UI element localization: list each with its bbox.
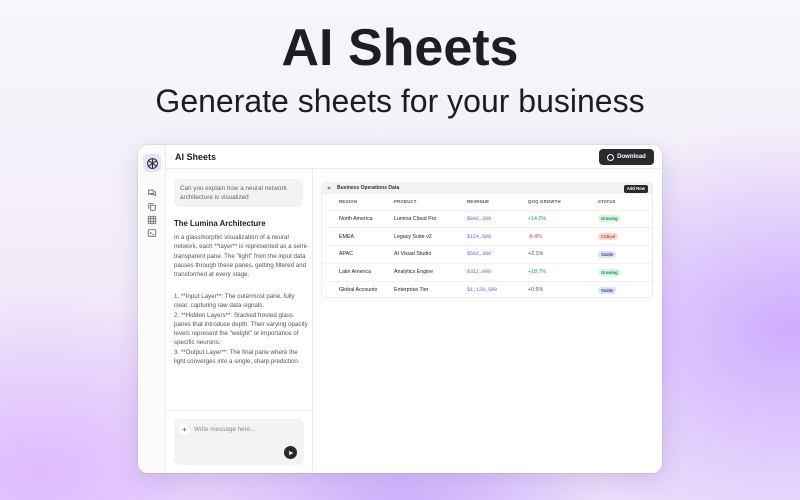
data-table: REGION PRODUCT REVENUE QOQ GROWTH STATUS…	[322, 194, 652, 299]
app-title: AI Sheets	[175, 152, 217, 162]
message-composer: +	[174, 419, 304, 465]
list-item: 1. **Input Layer**: The outermost pane, …	[174, 293, 295, 310]
cell-product[interactable]: Enterprise Tier	[394, 280, 467, 299]
answer-title: The Lumina Architecture	[174, 219, 266, 228]
send-button[interactable]	[284, 446, 297, 459]
cell-product[interactable]: AI Visual Studio	[394, 245, 467, 264]
table-row[interactable]: EMEA Legacy Suite v2 $124,500 -8.4% Crit…	[322, 227, 652, 246]
cell-region[interactable]: Global Accounts	[322, 280, 394, 299]
cell-growth[interactable]: -8.4%	[528, 227, 598, 246]
filter-icon[interactable]	[327, 187, 331, 190]
column-header-region[interactable]: REGION	[322, 194, 394, 210]
status-badge: Critical	[598, 233, 618, 241]
cell-status[interactable]: Critical	[598, 227, 652, 246]
data-sheet: Business Operations Data Add Row REGION …	[321, 182, 653, 299]
cell-region[interactable]: EMEA	[322, 227, 394, 246]
sheet-title: Business Operations Data	[337, 185, 400, 191]
list-item: levels represent the "weight" or importa…	[174, 330, 299, 347]
cell-status[interactable]: Growing	[598, 209, 652, 228]
cell-product[interactable]: Analytics Engine	[394, 262, 467, 282]
download-icon	[607, 153, 615, 161]
chat-divider	[166, 410, 312, 411]
table-row[interactable]: Latin America Analytics Engine $312,000 …	[322, 262, 652, 282]
app-logo-icon[interactable]	[143, 154, 161, 172]
cell-growth[interactable]: +18.7%	[528, 262, 598, 282]
cell-growth[interactable]: +14.2%	[528, 209, 598, 228]
sheet-header: Business Operations Data Add Row	[322, 183, 652, 194]
terminal-icon[interactable]	[147, 225, 157, 237]
cell-revenue[interactable]: $842,390	[467, 209, 528, 228]
copy-icon[interactable]	[147, 199, 157, 211]
cell-growth[interactable]: +2.1%	[528, 245, 598, 264]
cell-region[interactable]: APAC	[322, 245, 394, 264]
cell-growth[interactable]: +0.5%	[528, 280, 598, 299]
answer-paragraph: In a glassmorphic visualization of a neu…	[174, 234, 309, 279]
status-badge: Stable	[598, 286, 617, 294]
column-header-product[interactable]: PRODUCT	[394, 194, 467, 210]
column-header-revenue[interactable]: REVENUE	[467, 194, 528, 210]
status-badge: Growing	[598, 215, 621, 223]
column-header-status[interactable]: STATUS	[598, 194, 652, 210]
message-input[interactable]	[194, 424, 289, 435]
download-button[interactable]: Download	[599, 149, 654, 165]
list-item: 3. **Output Layer**: The final pane wher…	[174, 348, 300, 366]
table-header-row: REGION PRODUCT REVENUE QOQ GROWTH STATUS	[322, 194, 652, 210]
top-bar: AI Sheets Download	[166, 145, 662, 169]
hero-title: AI Sheets	[281, 19, 519, 77]
cell-region[interactable]: North America	[322, 209, 394, 228]
grid-icon[interactable]	[147, 212, 157, 225]
add-row-button[interactable]: Add Row	[623, 184, 648, 193]
status-badge: Growing	[598, 268, 621, 276]
answer-list: 1. **Input Layer**: The outermost pane, …	[174, 292, 309, 366]
table-row[interactable]: North America Lumina Cloud Pro $842,390 …	[322, 209, 652, 228]
list-item: 2. **Hidden Layers**: Stacked frosted gl…	[174, 311, 308, 328]
cell-status[interactable]: Growing	[598, 262, 652, 282]
cell-revenue[interactable]: $124,500	[467, 227, 528, 246]
icon-rail	[138, 145, 166, 473]
cell-revenue[interactable]: $1,120,500	[467, 280, 528, 299]
download-label: Download	[617, 154, 646, 160]
plus-icon[interactable]: +	[179, 424, 190, 435]
column-header-growth[interactable]: QOQ GROWTH	[528, 194, 598, 210]
chat-panel: Can you explain how a neural network arc…	[166, 169, 313, 473]
table-row[interactable]: Global Accounts Enterprise Tier $1,120,5…	[322, 280, 652, 299]
chat-bubbles-icon[interactable]	[147, 185, 157, 197]
table-row[interactable]: APAC AI Visual Studio $562,300 +2.1% Sta…	[322, 245, 652, 264]
hero-subtitle: Generate sheets for your business	[155, 83, 645, 119]
cell-revenue[interactable]: $312,000	[467, 262, 528, 282]
status-badge: Stable	[598, 250, 617, 258]
app-window: AI Sheets Download Can you explain how a…	[138, 145, 662, 473]
cell-status[interactable]: Stable	[598, 280, 652, 299]
user-message: Can you explain how a neural network arc…	[174, 179, 303, 207]
cell-revenue[interactable]: $562,300	[467, 245, 528, 264]
cell-status[interactable]: Stable	[598, 245, 652, 264]
cell-region[interactable]: Latin America	[322, 262, 394, 282]
send-icon	[288, 450, 293, 455]
cell-product[interactable]: Lumina Cloud Pro	[394, 209, 467, 228]
cell-product[interactable]: Legacy Suite v2	[394, 227, 467, 246]
